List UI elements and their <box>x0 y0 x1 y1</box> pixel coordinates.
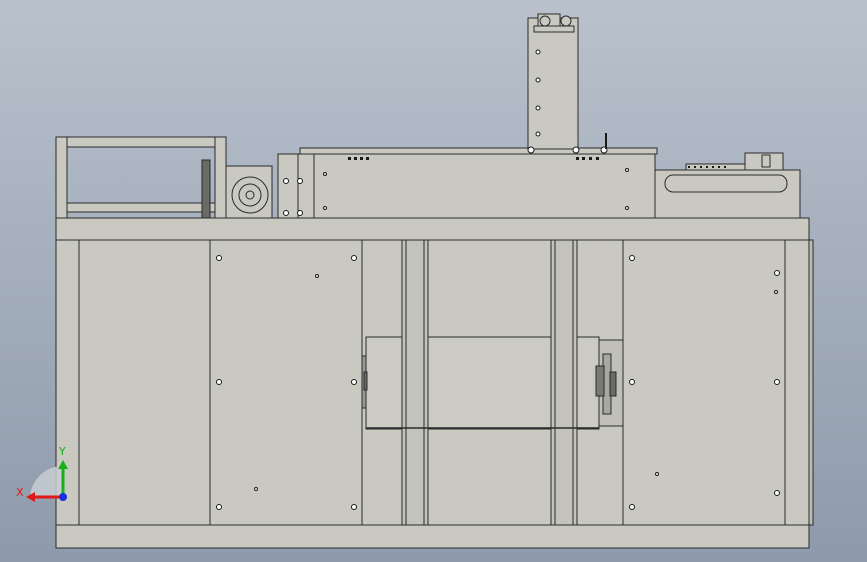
mast-bolt-right <box>560 15 572 27</box>
conveyor-housing[interactable] <box>277 153 656 219</box>
center-roller-left <box>365 336 403 430</box>
center-roller <box>427 336 552 430</box>
cad-graphics-viewport[interactable] <box>0 0 867 562</box>
right-side-bracket <box>808 239 814 526</box>
chain-drive <box>201 159 211 219</box>
control-box-slot <box>664 174 788 193</box>
vertical-mast[interactable] <box>527 17 579 150</box>
mast-bolt-left <box>539 15 551 27</box>
